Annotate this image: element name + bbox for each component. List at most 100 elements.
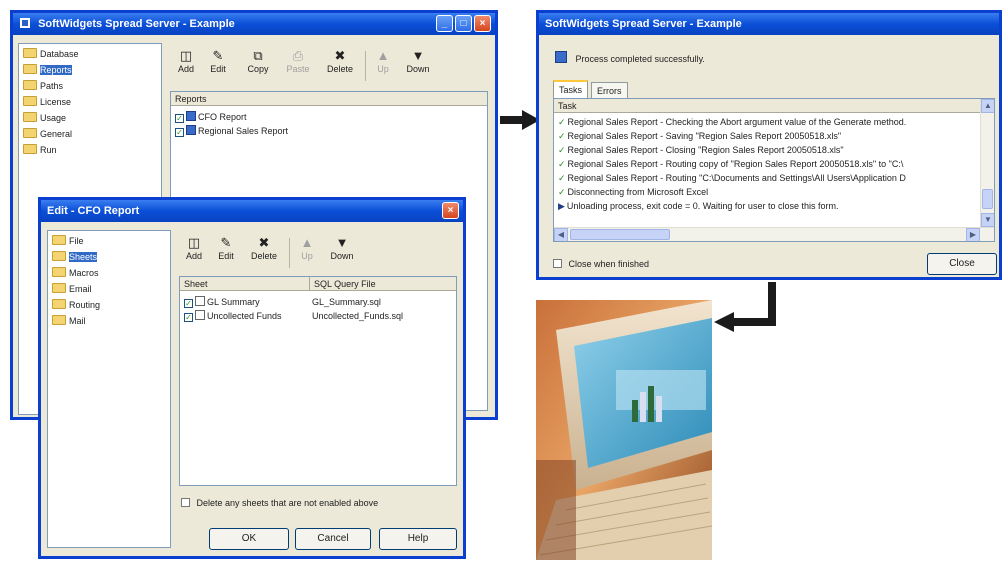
check-icon: ✓ (558, 187, 566, 197)
dialog-up-button[interactable]: ▲ Up (295, 236, 319, 262)
delete-sheets-option[interactable]: Delete any sheets that are not enabled a… (181, 498, 378, 508)
toolbar-separator (365, 51, 366, 81)
tree-item-reports[interactable]: Reports (19, 62, 161, 78)
horizontal-scrollbar[interactable]: ◀ ▶ (554, 227, 994, 241)
cancel-button[interactable]: Cancel (295, 528, 371, 550)
down-arrow-icon: ▼ (411, 48, 425, 63)
tasks-list: Task ✓ Regional Sales Report - Checking t… (553, 98, 995, 242)
edit-button[interactable]: ✎ Edit (205, 49, 231, 75)
list-item[interactable]: ✓ CFO Report (175, 110, 288, 124)
reports-column-header[interactable]: Reports (171, 92, 487, 106)
tab-errors[interactable]: Errors (591, 82, 628, 98)
scroll-down-arrow-icon[interactable]: ▼ (981, 213, 994, 227)
checkbox-checked[interactable]: ✓ (175, 128, 184, 137)
close-window-button[interactable]: Close (927, 253, 997, 275)
edit-dialog-close-button[interactable]: × (442, 202, 459, 219)
down-arrow-icon: ▼ (335, 235, 349, 250)
task-item: ✓ Regional Sales Report - Checking the Ab… (558, 117, 907, 127)
scroll-left-arrow-icon[interactable]: ◀ (554, 228, 568, 241)
task-item: ✓ Regional Sales Report - Routing copy of… (558, 159, 904, 169)
close-button[interactable]: × (474, 15, 491, 32)
task-column-header[interactable]: Task (554, 99, 994, 113)
toolbar-separator (289, 238, 290, 268)
table-row[interactable]: ✓ Uncollected Funds Uncollected_Funds.sql (184, 309, 454, 323)
maximize-button[interactable]: □ (455, 15, 472, 32)
sheets-table: Sheet SQL Query File ✓ GL Summary GL_Summa… (179, 276, 457, 486)
check-icon: ✓ (558, 145, 566, 155)
paste-icon: ⎙ (292, 48, 304, 63)
tree-item-email[interactable]: Email (48, 281, 170, 297)
sheet-icon (195, 310, 205, 320)
progress-window: SoftWidgets Spread Server - Example Proc… (536, 10, 1002, 280)
sheet-column-header[interactable]: Sheet (180, 277, 310, 291)
progress-window-titlebar[interactable]: SoftWidgets Spread Server - Example (539, 13, 999, 35)
ok-button[interactable]: OK (209, 528, 289, 550)
checkbox-checked[interactable]: ✓ (175, 114, 184, 123)
delete-icon: ✖ (258, 235, 270, 250)
scroll-right-arrow-icon[interactable]: ▶ (966, 228, 980, 241)
task-item: ▶ Unloading process, exit code = 0. Waiti… (558, 201, 839, 211)
dialog-add-button[interactable]: ◫ Add (181, 235, 207, 262)
tree-item-run[interactable]: Run (19, 142, 161, 158)
scrollbar-thumb[interactable] (982, 189, 993, 209)
tab-tasks[interactable]: Tasks (553, 80, 589, 98)
table-row[interactable]: ✓ GL Summary GL_Summary.sql (184, 295, 454, 309)
folder-icon (23, 144, 37, 154)
scrollbar-thumb[interactable] (570, 229, 670, 240)
tree-item-database[interactable]: Database (19, 46, 161, 62)
report-icon (186, 111, 196, 121)
checkbox-checked[interactable]: ✓ (184, 313, 193, 322)
dialog-edit-button[interactable]: ✎ Edit (213, 236, 239, 262)
dialog-down-button[interactable]: ▼ Down (325, 235, 359, 262)
scroll-up-arrow-icon[interactable]: ▲ (981, 99, 994, 113)
add-button[interactable]: ◫ Add (173, 49, 199, 75)
tree-item-general[interactable]: General (19, 126, 161, 142)
edit-tree: File Sheets Macros Email Routing Mail (47, 230, 171, 548)
sheet-icon (195, 296, 205, 306)
close-when-finished-option[interactable]: Close when finished (553, 259, 649, 269)
folder-icon (52, 235, 66, 245)
main-window-titlebar[interactable]: SoftWidgets Spread Server - Example (13, 13, 495, 35)
tree-item-mail[interactable]: Mail (48, 313, 170, 329)
query-column-header[interactable]: SQL Query File (310, 277, 456, 291)
delete-button[interactable]: ✖ Delete (321, 48, 359, 75)
edit-dialog: Edit - CFO Report × File Sheets Macros E… (38, 197, 466, 559)
copy-icon: ⧉ (253, 48, 263, 63)
process-icon (555, 51, 567, 63)
folder-icon (52, 283, 66, 293)
list-item[interactable]: ✓ Regional Sales Report (175, 124, 288, 138)
dialog-delete-button[interactable]: ✖ Delete (245, 235, 283, 262)
up-arrow-icon: ▲ (376, 48, 390, 63)
close-when-finished-checkbox[interactable] (553, 259, 562, 268)
delete-sheets-checkbox[interactable] (181, 498, 190, 507)
folder-icon (23, 64, 37, 74)
tree-item-file[interactable]: File (48, 233, 170, 249)
check-icon: ✓ (558, 159, 566, 169)
computer-monitor-image (536, 300, 712, 560)
status-line: Process completed successfully. (553, 51, 705, 64)
tree-item-license[interactable]: License (19, 94, 161, 110)
down-button[interactable]: ▼ Down (401, 48, 435, 75)
up-button[interactable]: ▲ Up (371, 48, 395, 75)
tree-item-routing[interactable]: Routing (48, 297, 170, 313)
tree-item-sheets[interactable]: Sheets (48, 249, 170, 265)
help-button[interactable]: Help (379, 528, 457, 550)
tree-item-paths[interactable]: Paths (19, 78, 161, 94)
delete-icon: ✖ (334, 48, 346, 63)
tree-item-usage[interactable]: Usage (19, 110, 161, 126)
check-icon: ✓ (558, 173, 566, 183)
edit-dialog-titlebar[interactable]: Edit - CFO Report (41, 200, 463, 222)
copy-button[interactable]: ⧉ Copy (241, 48, 275, 75)
paste-button[interactable]: ⎙ Paste (281, 48, 315, 75)
folder-icon (23, 80, 37, 90)
add-icon: ◫ (187, 235, 201, 250)
checkbox-checked[interactable]: ✓ (184, 299, 193, 308)
folder-icon (23, 112, 37, 122)
folder-icon (52, 299, 66, 309)
vertical-scrollbar[interactable]: ▲ ▼ (980, 99, 994, 227)
folder-icon (23, 128, 37, 138)
minimize-button[interactable]: _ (436, 15, 453, 32)
play-arrow-icon: ▶ (558, 201, 565, 211)
tree-item-macros[interactable]: Macros (48, 265, 170, 281)
folder-icon (23, 96, 37, 106)
